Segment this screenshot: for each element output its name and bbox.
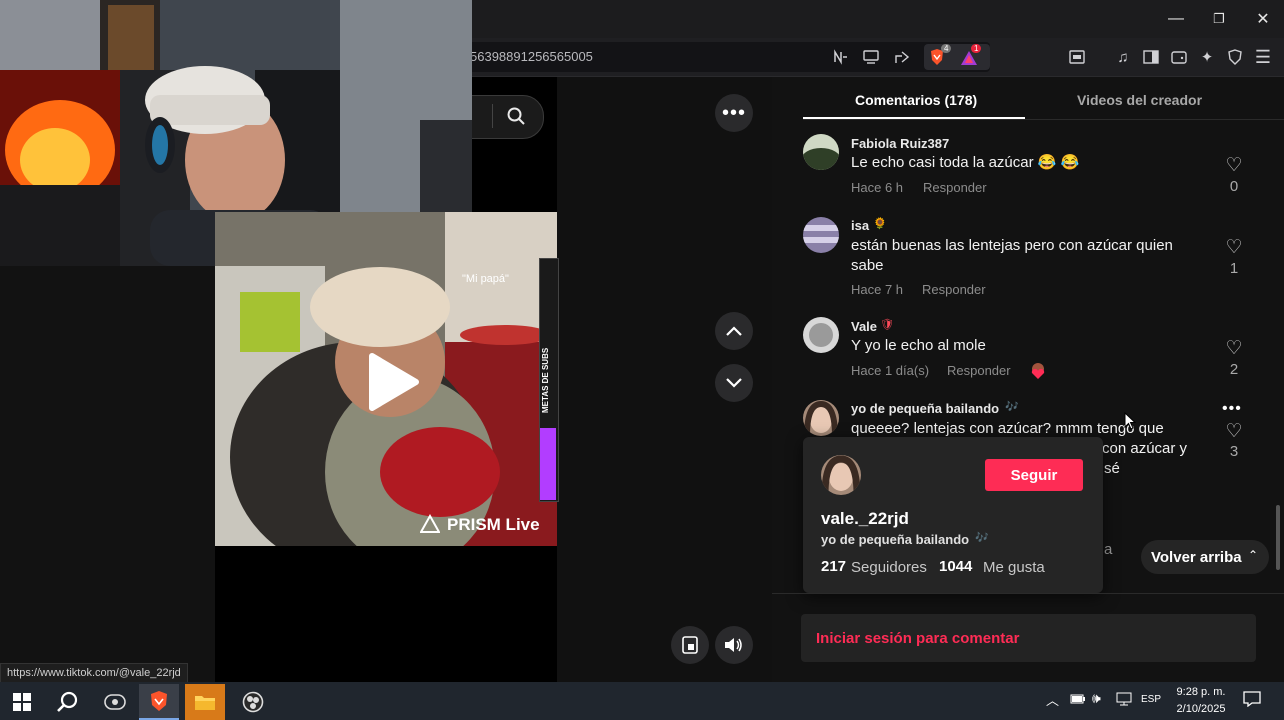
comment-time: Hace 1 día(s): [851, 363, 930, 378]
vpn-shield-icon[interactable]: [1224, 46, 1246, 68]
video-caption-overlay: "Mi papá": [462, 273, 509, 285]
likes-count: 1044: [939, 558, 973, 575]
speaker-icon[interactable]: 🕪: [1092, 690, 1101, 707]
comment-text: Y yo le echo al mole: [851, 337, 986, 354]
search-icon[interactable]: [506, 106, 526, 131]
minimize-icon[interactable]: —: [1161, 8, 1191, 30]
share-icon[interactable]: [891, 46, 913, 68]
obs-studio-icon[interactable]: [233, 684, 273, 720]
like-count: 2: [1229, 361, 1239, 378]
follow-button[interactable]: Seguir: [985, 459, 1083, 491]
search-divider: [492, 104, 493, 128]
heart-icon[interactable]: ♡: [1222, 337, 1246, 360]
like-count: 3: [1229, 443, 1239, 460]
user-badge: 🎶: [1005, 401, 1019, 413]
tabs-divider: [803, 119, 1284, 120]
creator-liked-icon: [1029, 362, 1047, 385]
battery-icon[interactable]: [1070, 692, 1086, 710]
avatar[interactable]: [803, 317, 839, 353]
avatar[interactable]: [803, 400, 839, 436]
wallet-icon[interactable]: [1168, 46, 1190, 68]
like-count: 0: [1229, 178, 1239, 195]
comment-username[interactable]: Vale: [851, 319, 877, 334]
reply-button[interactable]: Responder: [922, 282, 986, 297]
prism-live-watermark: PRISM Live: [447, 515, 540, 534]
comment-text-continued: sé: [1104, 460, 1120, 477]
subs-goal-label: METAS DE SUBS: [541, 347, 550, 413]
back-to-top-label: Volver arriba: [1151, 549, 1242, 566]
menu-icon[interactable]: ☰: [1252, 46, 1274, 68]
scrollbar-thumb[interactable]: [1276, 505, 1280, 570]
followers-count: 217: [821, 558, 847, 575]
comment-text: Le echo casi toda la azúcar 😂 😂: [851, 154, 1080, 171]
brave-taskbar-icon[interactable]: [139, 684, 179, 720]
like-count: 1: [1229, 260, 1239, 277]
task-view-icon[interactable]: [95, 684, 135, 720]
comment-username[interactable]: Fabiola Ruiz387: [851, 136, 949, 151]
heart-icon[interactable]: ♡: [1222, 236, 1246, 259]
next-video-button[interactable]: [715, 364, 753, 402]
taskbar-clock-time[interactable]: 9:28 p. m.: [1175, 686, 1227, 698]
reader-mode-icon[interactable]: [1066, 46, 1088, 68]
tab-comments[interactable]: Comentarios (178): [855, 92, 977, 108]
more-options-button[interactable]: •••: [715, 94, 753, 132]
taskbar-clock-date[interactable]: 2/10/2025: [1173, 703, 1229, 715]
previous-video-button[interactable]: [715, 312, 753, 350]
windows-start-icon[interactable]: [2, 684, 42, 720]
picture-in-picture-button[interactable]: [671, 626, 709, 664]
notifications-icon[interactable]: [1243, 691, 1261, 712]
mouse-cursor-icon: [1124, 411, 1137, 435]
profile-card-avatar[interactable]: [821, 455, 861, 495]
avatar[interactable]: [803, 134, 839, 170]
comment-text: queeee? lentejas con azúcar? mmm tengo q…: [851, 420, 1164, 437]
show-hidden-icons-icon[interactable]: ︿: [1046, 690, 1059, 709]
file-explorer-icon[interactable]: [185, 684, 225, 720]
reply-button[interactable]: Responder: [947, 363, 1011, 378]
profile-card-username[interactable]: vale._22rjd: [821, 509, 909, 529]
heart-icon[interactable]: ♡: [1222, 420, 1246, 443]
comment-more-options-icon[interactable]: •••: [1222, 400, 1242, 418]
play-icon[interactable]: [364, 352, 420, 417]
comment-time: Hace 7 h: [851, 282, 904, 297]
tab-creator-videos[interactable]: Videos del creador: [1077, 92, 1202, 108]
profile-card-nickname: yo de pequeña bailando: [821, 532, 970, 547]
subs-goal-fill: [540, 428, 556, 500]
user-badge: 🌻: [873, 218, 887, 230]
comment-text-partial: a: [1104, 541, 1113, 558]
prism-logo-icon: [419, 513, 441, 539]
profile-card-badge: 🎶: [975, 532, 989, 544]
translate-icon[interactable]: [830, 46, 852, 68]
avatar[interactable]: [803, 217, 839, 253]
user-badge: 🛡: [880, 319, 894, 331]
maximize-icon[interactable]: ❐: [1204, 8, 1234, 30]
sidebar-toggle-icon[interactable]: [1140, 46, 1162, 68]
cast-icon[interactable]: [860, 46, 882, 68]
music-note-icon[interactable]: ♫: [1112, 46, 1134, 68]
comment-input-divider: [772, 593, 1284, 594]
taskbar-search-icon[interactable]: [48, 684, 88, 720]
comment-text-continued: con azúcar y: [1102, 440, 1188, 457]
comment-username[interactable]: isa: [851, 218, 869, 233]
followers-label: Seguidores: [851, 559, 927, 576]
double-chevron-up-icon: ⌃: [1248, 548, 1259, 562]
status-bar-link: https://www.tiktok.com/@vale_22rjd: [0, 663, 188, 684]
comment-username[interactable]: yo de pequeña bailando: [851, 401, 999, 416]
reply-button[interactable]: Responder: [923, 180, 987, 195]
comment-time: Hace 6 h: [851, 180, 904, 195]
heart-icon[interactable]: ♡: [1222, 154, 1246, 177]
close-icon[interactable]: ✕: [1248, 8, 1278, 30]
input-language[interactable]: ESP: [1141, 694, 1161, 705]
volume-button[interactable]: [715, 626, 753, 664]
comment-text: están buenas las lentejas pero con azúca…: [851, 237, 1173, 274]
leo-ai-icon[interactable]: ✦: [1196, 46, 1218, 68]
network-icon[interactable]: [1116, 692, 1132, 711]
likes-label: Me gusta: [983, 559, 1045, 576]
address-bar-url: 56398891256565005: [470, 49, 593, 64]
login-to-comment-link[interactable]: Iniciar sesión para comentar: [816, 630, 1019, 647]
